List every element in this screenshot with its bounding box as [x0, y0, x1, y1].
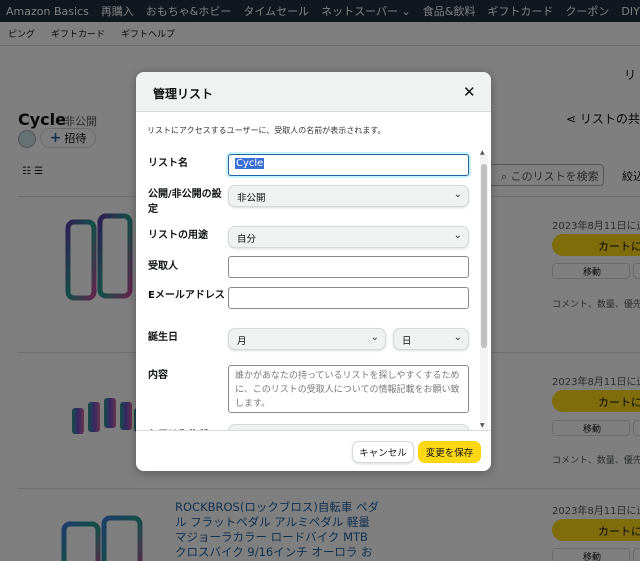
modal-title: 管理リスト [153, 87, 214, 101]
chevron-down-icon: ⌄ [453, 230, 462, 241]
privacy-value: 非公開 [237, 193, 266, 204]
list-name-value: Cycle [235, 158, 265, 169]
content-textarea[interactable]: 誰かがあなたの持っているリストを探しやすくするために、このリストの受取人について… [228, 365, 469, 413]
day-value: 日 [402, 336, 412, 347]
scroll-down-icon[interactable]: ▼ [480, 422, 485, 429]
save-changes-button[interactable]: 変更を保存 [418, 441, 481, 463]
manage-list-modal: 管理リスト ✕ リストにアクセスするユーザーに、受取人の名前が表示されます。 リ… [136, 72, 491, 471]
email-label: Eメールアドレス [148, 290, 225, 301]
scrollbar-thumb[interactable] [481, 164, 487, 348]
modal-description: リストにアクセスするユーザーに、受取人の名前が表示されます。 [147, 126, 386, 135]
purpose-select[interactable]: 自分 ⌄ [228, 226, 469, 248]
recipient-label: 受取人 [148, 261, 178, 272]
content-label: 内容 [148, 370, 168, 381]
birthday-month-select[interactable]: 月 ⌄ [228, 328, 386, 350]
chevron-down-icon: ⌄ [370, 332, 379, 343]
birthday-label: 誕生日 [148, 332, 178, 343]
email-input[interactable] [228, 287, 469, 309]
cancel-button[interactable]: キャンセル [352, 441, 414, 463]
chevron-down-icon: ⌄ [453, 189, 462, 200]
recipient-input[interactable] [228, 256, 469, 278]
birthday-day-select[interactable]: 日 ⌄ [393, 328, 469, 350]
list-name-label: リスト名 [148, 158, 188, 169]
list-name-input[interactable]: Cycle [228, 154, 469, 176]
privacy-label: 公開/非公開の設定 [148, 189, 222, 215]
close-icon[interactable]: ✕ [463, 83, 476, 101]
privacy-select[interactable]: 非公開 ⌄ [228, 185, 469, 207]
month-value: 月 [237, 336, 247, 347]
purpose-label: リストの用途 [148, 230, 208, 241]
scroll-up-icon[interactable]: ▲ [480, 149, 485, 156]
purpose-value: 自分 [237, 234, 257, 245]
chevron-down-icon: ⌄ [453, 332, 462, 343]
